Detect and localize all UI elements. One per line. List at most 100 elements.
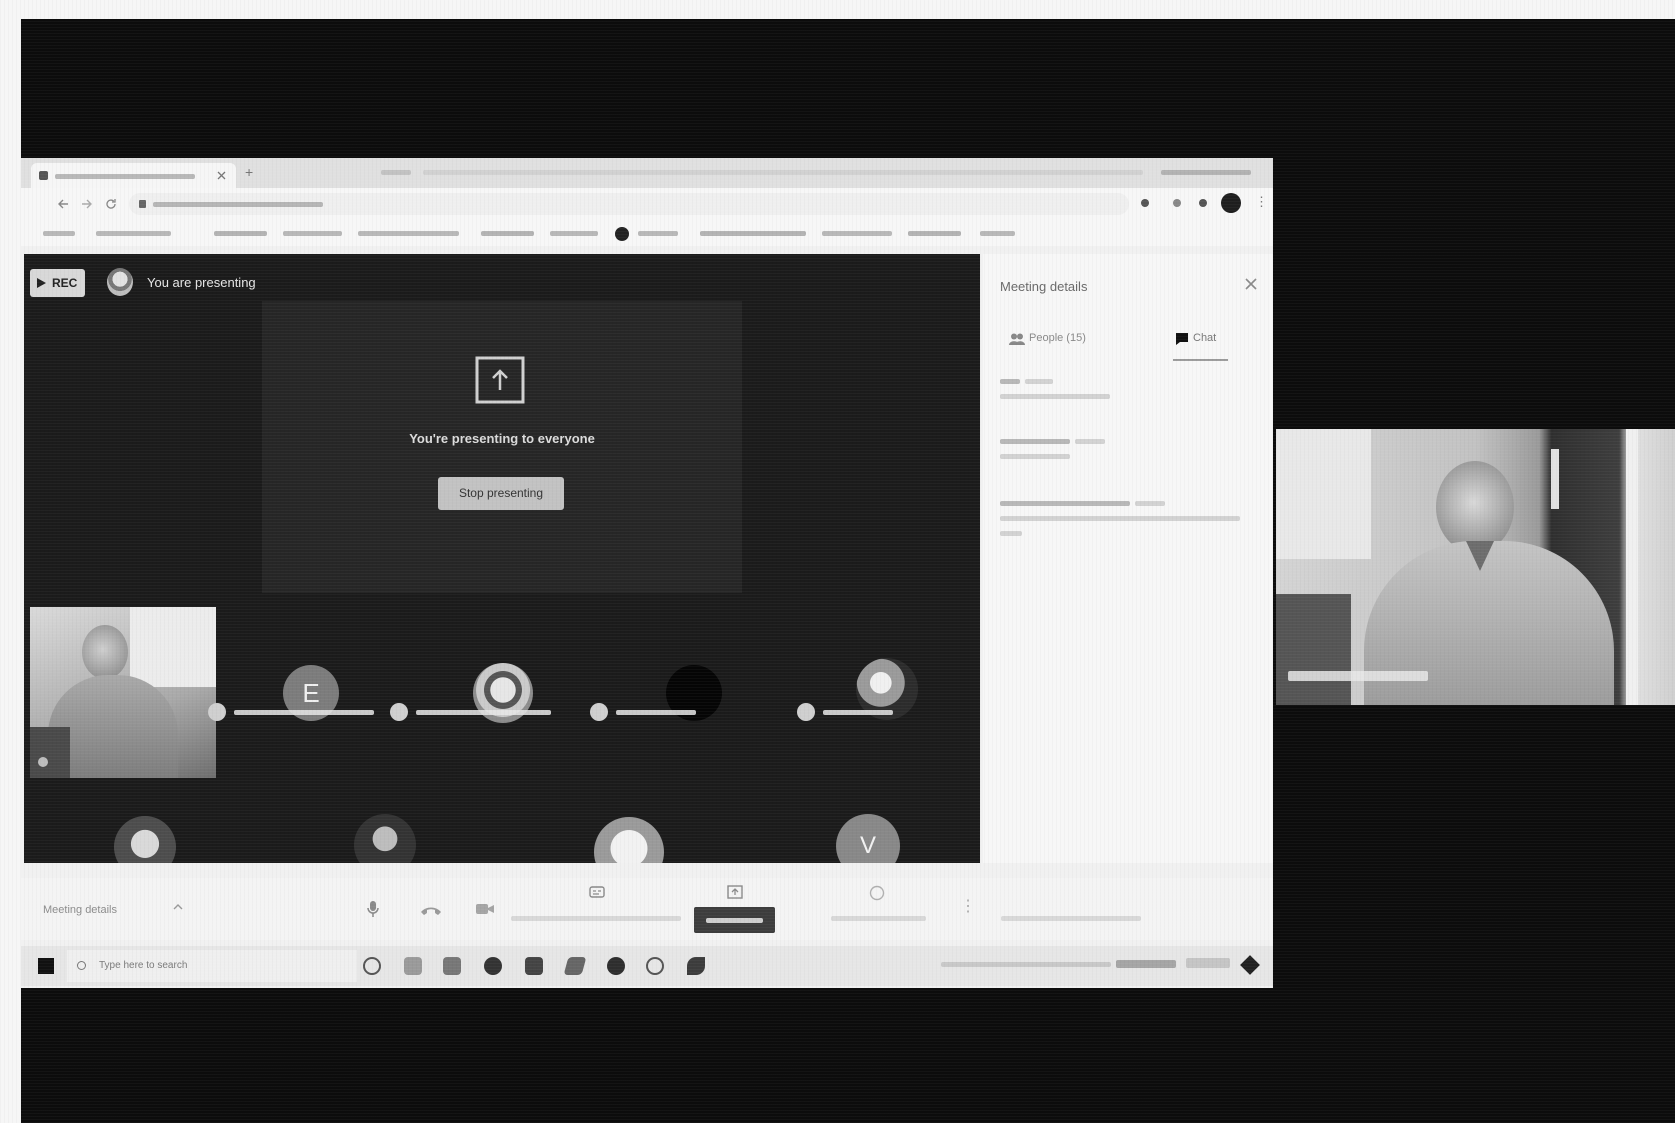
chat-sender (1000, 501, 1130, 506)
participant-avatar: V (836, 814, 900, 863)
participant-initial: E (302, 678, 320, 708)
tab-close-icon[interactable] (217, 171, 226, 180)
taskbar-app-icon[interactable] (443, 957, 461, 975)
raise-hand-label (831, 916, 926, 921)
chat-sender (1000, 379, 1020, 384)
rec-label: REC (52, 276, 78, 290)
participant-name-label (1288, 671, 1428, 681)
meeting-control-bar: Meeting details ⋮ (21, 878, 1273, 940)
window-controls[interactable] (1161, 170, 1251, 175)
camera-icon[interactable] (475, 902, 495, 916)
chevron-up-icon (173, 904, 183, 910)
taskbar-clock[interactable] (1186, 958, 1230, 968)
bookmark-item[interactable] (700, 231, 806, 236)
notification-icon[interactable] (1240, 955, 1260, 975)
close-icon[interactable] (1245, 278, 1257, 290)
mic-icon[interactable] (366, 900, 380, 918)
bookmark-item[interactable] (283, 231, 342, 236)
tab-label: Chat (1193, 332, 1217, 344)
window-background (1276, 429, 1371, 559)
windows-start-icon[interactable] (38, 958, 54, 974)
extension-icon[interactable] (1141, 199, 1149, 207)
presenting-button[interactable] (694, 882, 775, 936)
chair (1276, 594, 1351, 705)
bookmark-item[interactable] (980, 231, 1015, 236)
browser-window: + ⋮ REC You are presenting You're presen… (21, 158, 1273, 988)
bookmark-item[interactable] (214, 231, 267, 236)
raise-hand-button[interactable] (831, 882, 926, 932)
address-url (153, 202, 323, 207)
task-view-icon[interactable] (404, 957, 422, 975)
bookmark-item[interactable] (908, 231, 961, 236)
profile-avatar[interactable] (1221, 193, 1241, 213)
active-tab-indicator (1173, 359, 1228, 361)
bookmark-item[interactable] (638, 231, 678, 236)
participant-name-label (416, 710, 551, 715)
tab-strip: + (21, 158, 1273, 188)
participant-head (82, 625, 128, 679)
chat-text (1000, 394, 1110, 399)
extension-icon[interactable] (1199, 199, 1207, 207)
chat-time (1135, 501, 1165, 506)
system-tray (941, 962, 1111, 967)
presenting-badge (694, 907, 775, 933)
tray-icons[interactable] (1116, 960, 1176, 968)
captions-button[interactable] (511, 882, 681, 932)
address-bar[interactable] (129, 193, 1129, 215)
meeting-stage: REC You are presenting You're presenting… (24, 254, 980, 863)
participant-name-label (823, 710, 893, 715)
back-icon[interactable] (57, 198, 69, 210)
taskbar-search-placeholder: Type here to search (99, 960, 188, 971)
taskbar-search-box[interactable]: Type here to search (67, 950, 357, 982)
chat-text (1000, 531, 1022, 536)
browser-app-icon[interactable] (484, 957, 502, 975)
shirt-collar (1466, 541, 1494, 571)
door-frame (1626, 429, 1638, 705)
tab-label: People (15) (1029, 332, 1086, 344)
self-view-video-tile[interactable] (1276, 429, 1675, 705)
bookmark-item[interactable] (822, 231, 892, 236)
bookmark-item[interactable] (43, 231, 75, 236)
extension-icon[interactable] (1173, 199, 1181, 207)
control-bar-info (1001, 916, 1141, 921)
browser-menu-icon[interactable]: ⋮ (1255, 194, 1268, 210)
participant-name-label (234, 710, 374, 715)
present-screen-icon (475, 356, 525, 404)
taskbar-app-icon[interactable] (525, 957, 543, 975)
tab-strip-item (423, 170, 1143, 175)
more-vert-icon[interactable]: ⋮ (960, 896, 976, 916)
browser-tab[interactable] (31, 163, 236, 188)
browser-toolbar: ⋮ (21, 188, 1273, 220)
tab-chat[interactable]: Chat (1173, 330, 1233, 350)
forward-icon[interactable] (81, 198, 93, 210)
bookmarks-bar (21, 220, 1273, 246)
taskbar-app-icon[interactable] (687, 957, 705, 975)
bookmark-item[interactable] (96, 231, 171, 236)
hang-up-icon[interactable] (420, 904, 442, 916)
tab-title (55, 174, 195, 179)
bookmark-item[interactable] (481, 231, 534, 236)
meeting-details-toggle[interactable]: Meeting details (43, 900, 183, 918)
chat-message (983, 374, 1273, 424)
record-icon (37, 278, 46, 288)
participant-video-tile[interactable] (30, 607, 216, 778)
chat-message (983, 434, 1273, 484)
captions-label (511, 916, 681, 921)
reload-icon[interactable] (105, 198, 117, 210)
mic-icon (797, 703, 815, 721)
presentation-panel: You're presenting to everyone Stop prese… (262, 301, 742, 593)
stop-presenting-button[interactable]: Stop presenting (438, 477, 564, 510)
participant-initial: V (859, 832, 876, 859)
chat-time (1025, 379, 1053, 384)
taskbar-app-icon[interactable] (607, 957, 625, 975)
bookmark-item[interactable] (358, 231, 459, 236)
bookmark-favicon-icon[interactable] (615, 227, 629, 241)
presenting-status: You are presenting (147, 275, 256, 290)
taskbar-app-icon[interactable] (646, 957, 664, 975)
participant-head (1436, 461, 1514, 553)
new-tab-icon[interactable]: + (245, 164, 253, 180)
taskbar-app-icon[interactable] (563, 957, 587, 975)
bookmark-item[interactable] (550, 231, 598, 236)
participant-avatar (354, 814, 416, 863)
cortana-icon[interactable] (363, 957, 381, 975)
